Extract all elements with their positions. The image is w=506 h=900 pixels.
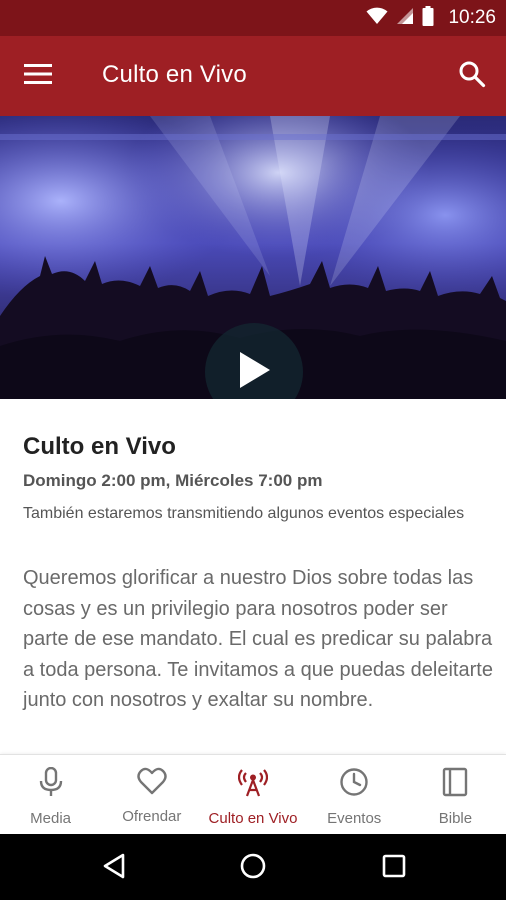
recents-button[interactable] [378,852,410,884]
status-icons: 10:26 [366,0,496,36]
status-time: 10:26 [448,7,496,28]
app-bar: Culto en Vivo [0,36,506,116]
menu-icon [23,63,53,90]
status-bar: 10:26 [0,0,506,36]
clock-icon [339,767,369,802]
video-player[interactable] [0,116,506,399]
recents-icon [381,853,407,884]
search-button[interactable] [452,56,492,96]
nav-label-media: Media [30,810,72,827]
nav-item-bible[interactable]: Bible [405,755,506,834]
bottom-navigation: Media Ofrendar Culto en Vivo Eventos Bib… [0,754,506,834]
event-title: Culto en Vivo [23,433,176,460]
menu-button[interactable] [18,58,58,94]
nav-item-media[interactable]: Media [0,755,101,834]
search-icon [458,60,486,93]
system-navigation-bar [0,834,506,900]
cell-signal-icon [396,7,414,30]
nav-item-eventos[interactable]: Eventos [304,755,405,834]
nav-label-ofrendar: Ofrendar [122,808,182,825]
nav-item-culto-en-vivo[interactable]: Culto en Vivo [202,755,303,834]
page-title: Culto en Vivo [102,61,247,88]
home-button[interactable] [237,852,269,884]
event-schedule: Domingo 2:00 pm, Miércoles 7:00 pm [23,471,323,490]
broadcast-tower-icon [237,767,269,802]
event-details: Culto en Vivo Domingo 2:00 pm, Miércoles… [0,399,506,754]
event-summary: También estaremos transmitiendo algunos … [23,505,465,522]
nav-label-culto-en-vivo: Culto en Vivo [208,810,298,827]
home-icon [239,852,267,885]
event-description: Queremos glorificar a nuestro Dios sobre… [23,567,493,711]
microphone-icon [37,766,65,802]
nav-label-bible: Bible [438,810,473,827]
wifi-icon [366,7,388,30]
back-icon [101,852,127,885]
back-button[interactable] [98,852,130,884]
nav-label-eventos: Eventos [327,810,382,827]
nav-item-ofrendar[interactable]: Ofrendar [101,755,202,834]
play-icon [236,350,272,395]
heart-icon [137,767,167,800]
battery-icon [422,5,434,31]
book-icon [442,767,468,802]
